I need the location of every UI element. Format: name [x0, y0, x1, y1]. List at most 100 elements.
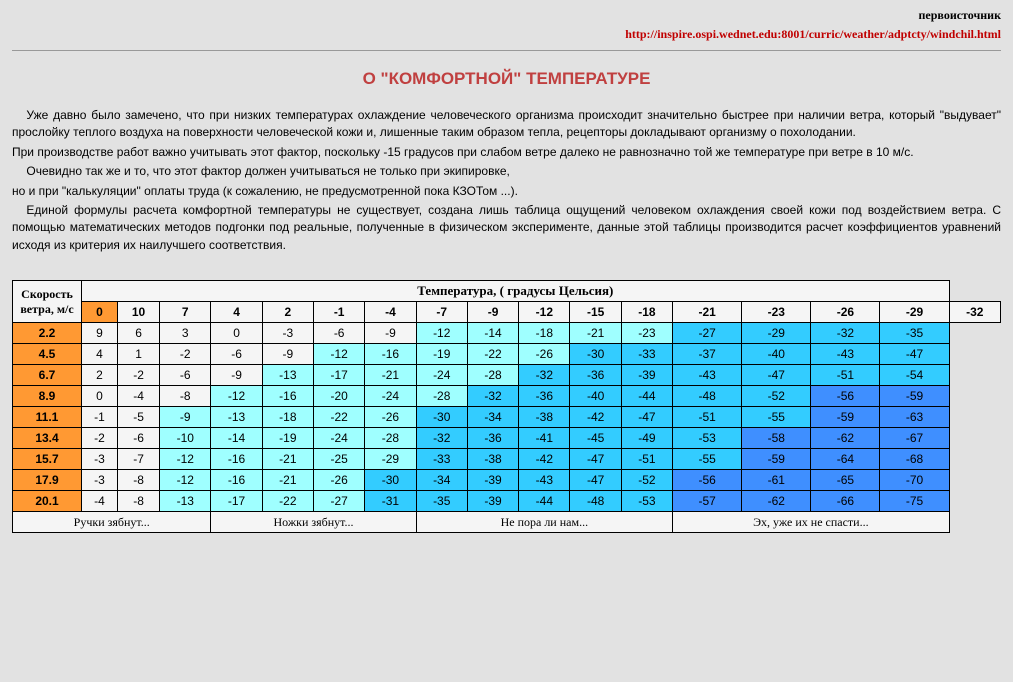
- value-cell: -45: [570, 428, 621, 449]
- value-cell: -18: [262, 407, 313, 428]
- value-cell: -32: [467, 386, 518, 407]
- paragraph: Уже давно было замечено, что при низких …: [12, 107, 1001, 142]
- temp-header-cell: -12: [519, 302, 570, 323]
- value-cell: -68: [880, 449, 949, 470]
- temp-header-cell: 2: [262, 302, 313, 323]
- value-cell: -21: [365, 365, 416, 386]
- value-cell: -12: [416, 323, 467, 344]
- value-cell: -37: [673, 344, 742, 365]
- value-cell: -48: [673, 386, 742, 407]
- speed-cell: 13.4: [13, 428, 82, 449]
- value-cell: -14: [467, 323, 518, 344]
- value-cell: -47: [570, 470, 621, 491]
- value-cell: -44: [621, 386, 672, 407]
- value-cell: -34: [467, 407, 518, 428]
- value-cell: -29: [742, 323, 811, 344]
- temp-header-cell: 10: [117, 302, 159, 323]
- value-cell: -30: [570, 344, 621, 365]
- value-cell: -65: [811, 470, 880, 491]
- value-cell: -10: [160, 428, 211, 449]
- category-cell: Не пора ли нам...: [416, 512, 672, 533]
- value-cell: 4: [82, 344, 118, 365]
- value-cell: -21: [262, 470, 313, 491]
- speed-cell: 2.2: [13, 323, 82, 344]
- value-cell: -9: [262, 344, 313, 365]
- value-cell: -3: [82, 449, 118, 470]
- value-cell: -22: [314, 407, 365, 428]
- speed-cell: 6.7: [13, 365, 82, 386]
- value-cell: -26: [314, 470, 365, 491]
- value-cell: -22: [262, 491, 313, 512]
- value-cell: -66: [811, 491, 880, 512]
- value-cell: -36: [519, 386, 570, 407]
- value-cell: -16: [365, 344, 416, 365]
- value-cell: -44: [519, 491, 570, 512]
- value-cell: -17: [314, 365, 365, 386]
- temp-header-cell: -23: [742, 302, 811, 323]
- speed-cell: 8.9: [13, 386, 82, 407]
- table-row: 2.29630-3-6-9-12-14-18-21-23-27-29-32-35: [13, 323, 1001, 344]
- value-cell: -8: [117, 470, 159, 491]
- table-row: 17.9-3-8-12-16-21-26-30-34-39-43-47-52-5…: [13, 470, 1001, 491]
- value-cell: -36: [570, 365, 621, 386]
- value-cell: -20: [314, 386, 365, 407]
- value-cell: -2: [160, 344, 211, 365]
- table-row: 20.1-4-8-13-17-22-27-31-35-39-44-48-53-5…: [13, 491, 1001, 512]
- temperature-header-row: 010742-1-4-7-9-12-15-18-21-23-26-29-32: [13, 302, 1001, 323]
- value-cell: -51: [621, 449, 672, 470]
- value-cell: -1: [82, 407, 118, 428]
- value-cell: 0: [82, 386, 118, 407]
- value-cell: -52: [621, 470, 672, 491]
- value-cell: -17: [211, 491, 262, 512]
- temp-header-cell: -32: [949, 302, 1000, 323]
- windchill-table: Скорость ветра, м/с Температура, ( граду…: [12, 280, 1001, 533]
- speed-cell: 4.5: [13, 344, 82, 365]
- value-cell: -34: [416, 470, 467, 491]
- value-cell: 3: [160, 323, 211, 344]
- speed-cell: 20.1: [13, 491, 82, 512]
- value-cell: -12: [160, 470, 211, 491]
- value-cell: -32: [416, 428, 467, 449]
- value-cell: -63: [880, 407, 949, 428]
- category-cell: Ручки зябнут...: [13, 512, 211, 533]
- value-cell: -23: [621, 323, 672, 344]
- value-cell: -6: [314, 323, 365, 344]
- value-cell: -41: [519, 428, 570, 449]
- value-cell: -55: [742, 407, 811, 428]
- table-row: 15.7-3-7-12-16-21-25-29-33-38-42-47-51-5…: [13, 449, 1001, 470]
- value-cell: -42: [519, 449, 570, 470]
- value-cell: -29: [365, 449, 416, 470]
- value-cell: -33: [621, 344, 672, 365]
- value-cell: -26: [365, 407, 416, 428]
- value-cell: -27: [673, 323, 742, 344]
- value-cell: -42: [570, 407, 621, 428]
- page-title: О "КОМФОРТНОЙ" ТЕМПЕРАТУРЕ: [12, 69, 1001, 89]
- value-cell: -24: [314, 428, 365, 449]
- value-cell: -48: [570, 491, 621, 512]
- source-url[interactable]: http://inspire.ospi.wednet.edu:8001/curr…: [12, 27, 1001, 42]
- category-cell: Ножки зябнут...: [211, 512, 416, 533]
- value-cell: -40: [742, 344, 811, 365]
- value-cell: -3: [262, 323, 313, 344]
- value-cell: -16: [211, 470, 262, 491]
- value-cell: -59: [811, 407, 880, 428]
- value-cell: -27: [314, 491, 365, 512]
- value-cell: -32: [519, 365, 570, 386]
- value-cell: -62: [742, 491, 811, 512]
- value-cell: -51: [673, 407, 742, 428]
- value-cell: -59: [742, 449, 811, 470]
- value-cell: -4: [117, 386, 159, 407]
- value-cell: -24: [416, 365, 467, 386]
- value-cell: -12: [314, 344, 365, 365]
- value-cell: -9: [365, 323, 416, 344]
- paragraph: При производстве работ важно учитывать э…: [12, 144, 1001, 161]
- value-cell: -8: [117, 491, 159, 512]
- value-cell: -28: [416, 386, 467, 407]
- value-cell: -53: [673, 428, 742, 449]
- value-cell: -40: [570, 386, 621, 407]
- paragraph: Единой формулы расчета комфортной темпер…: [12, 202, 1001, 254]
- value-cell: -47: [621, 407, 672, 428]
- value-cell: -49: [621, 428, 672, 449]
- value-cell: -70: [880, 470, 949, 491]
- value-cell: -32: [811, 323, 880, 344]
